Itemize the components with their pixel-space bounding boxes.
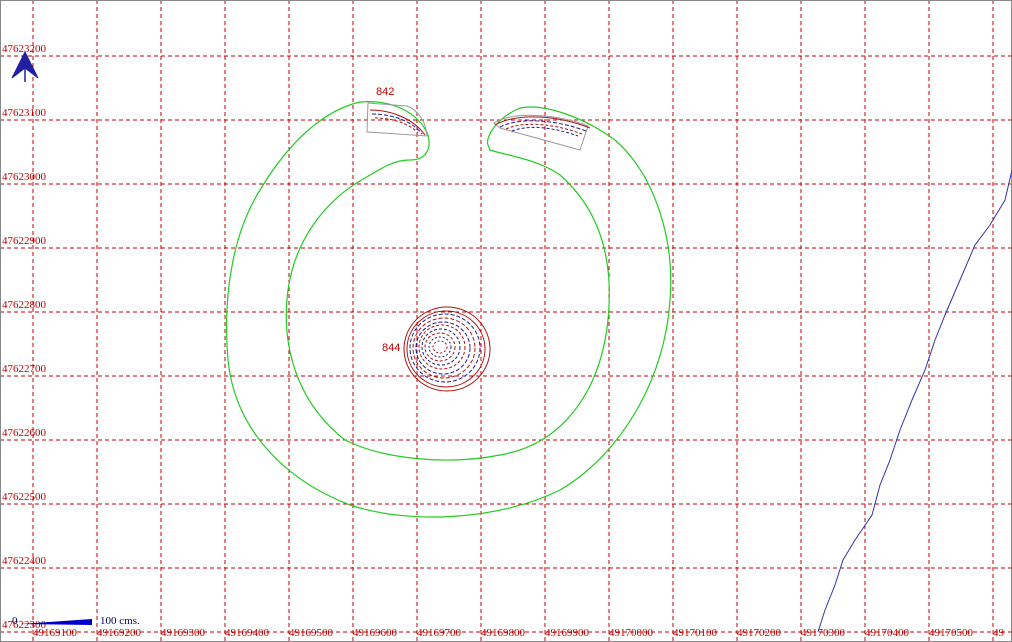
y-tick-label: 47623100 xyxy=(2,107,47,119)
x-tick-label: 49169900 xyxy=(545,627,590,639)
x-tick-label: 49169400 xyxy=(225,627,270,639)
x-tick-label: 49169800 xyxy=(481,627,526,639)
x-tick-label: 49169200 xyxy=(97,627,142,639)
contour-label-842: 842 xyxy=(376,86,394,98)
x-tick-label: 49170300 xyxy=(801,627,846,639)
y-tick-label: 47623000 xyxy=(2,171,47,183)
y-tick-label: 47623200 xyxy=(2,43,47,55)
x-tick-label: 49170400 xyxy=(865,627,910,639)
scale-label: 100 cms. xyxy=(100,615,140,627)
scale-zero-label: 0 xyxy=(12,615,18,627)
x-tick-label: 49170200 xyxy=(737,627,782,639)
contour-map: 842 844 47623200 47623100 47623000 47622… xyxy=(0,0,1012,642)
contour-label-844: 844 xyxy=(382,342,400,354)
x-tick-label: 49170100 xyxy=(673,627,718,639)
y-tick-label: 47622400 xyxy=(2,555,47,567)
map-background xyxy=(0,0,1012,642)
x-tick-label: 49169700 xyxy=(417,627,462,639)
x-tick-label: 49169100 xyxy=(33,627,78,639)
y-tick-label: 47622700 xyxy=(2,363,47,375)
y-tick-label: 47622800 xyxy=(2,299,47,311)
x-tick-label: 49170000 xyxy=(609,627,654,639)
y-tick-label: 47622600 xyxy=(2,427,47,439)
y-tick-label: 47622500 xyxy=(2,491,47,503)
x-tick-label: 49169300 xyxy=(161,627,206,639)
x-tick-label: 49169600 xyxy=(353,627,398,639)
x-tick-label: 49170500 xyxy=(929,627,974,639)
x-tick-label: 49169500 xyxy=(289,627,334,639)
y-tick-label: 47622900 xyxy=(2,235,47,247)
x-tick-label: 49 xyxy=(993,627,1005,639)
